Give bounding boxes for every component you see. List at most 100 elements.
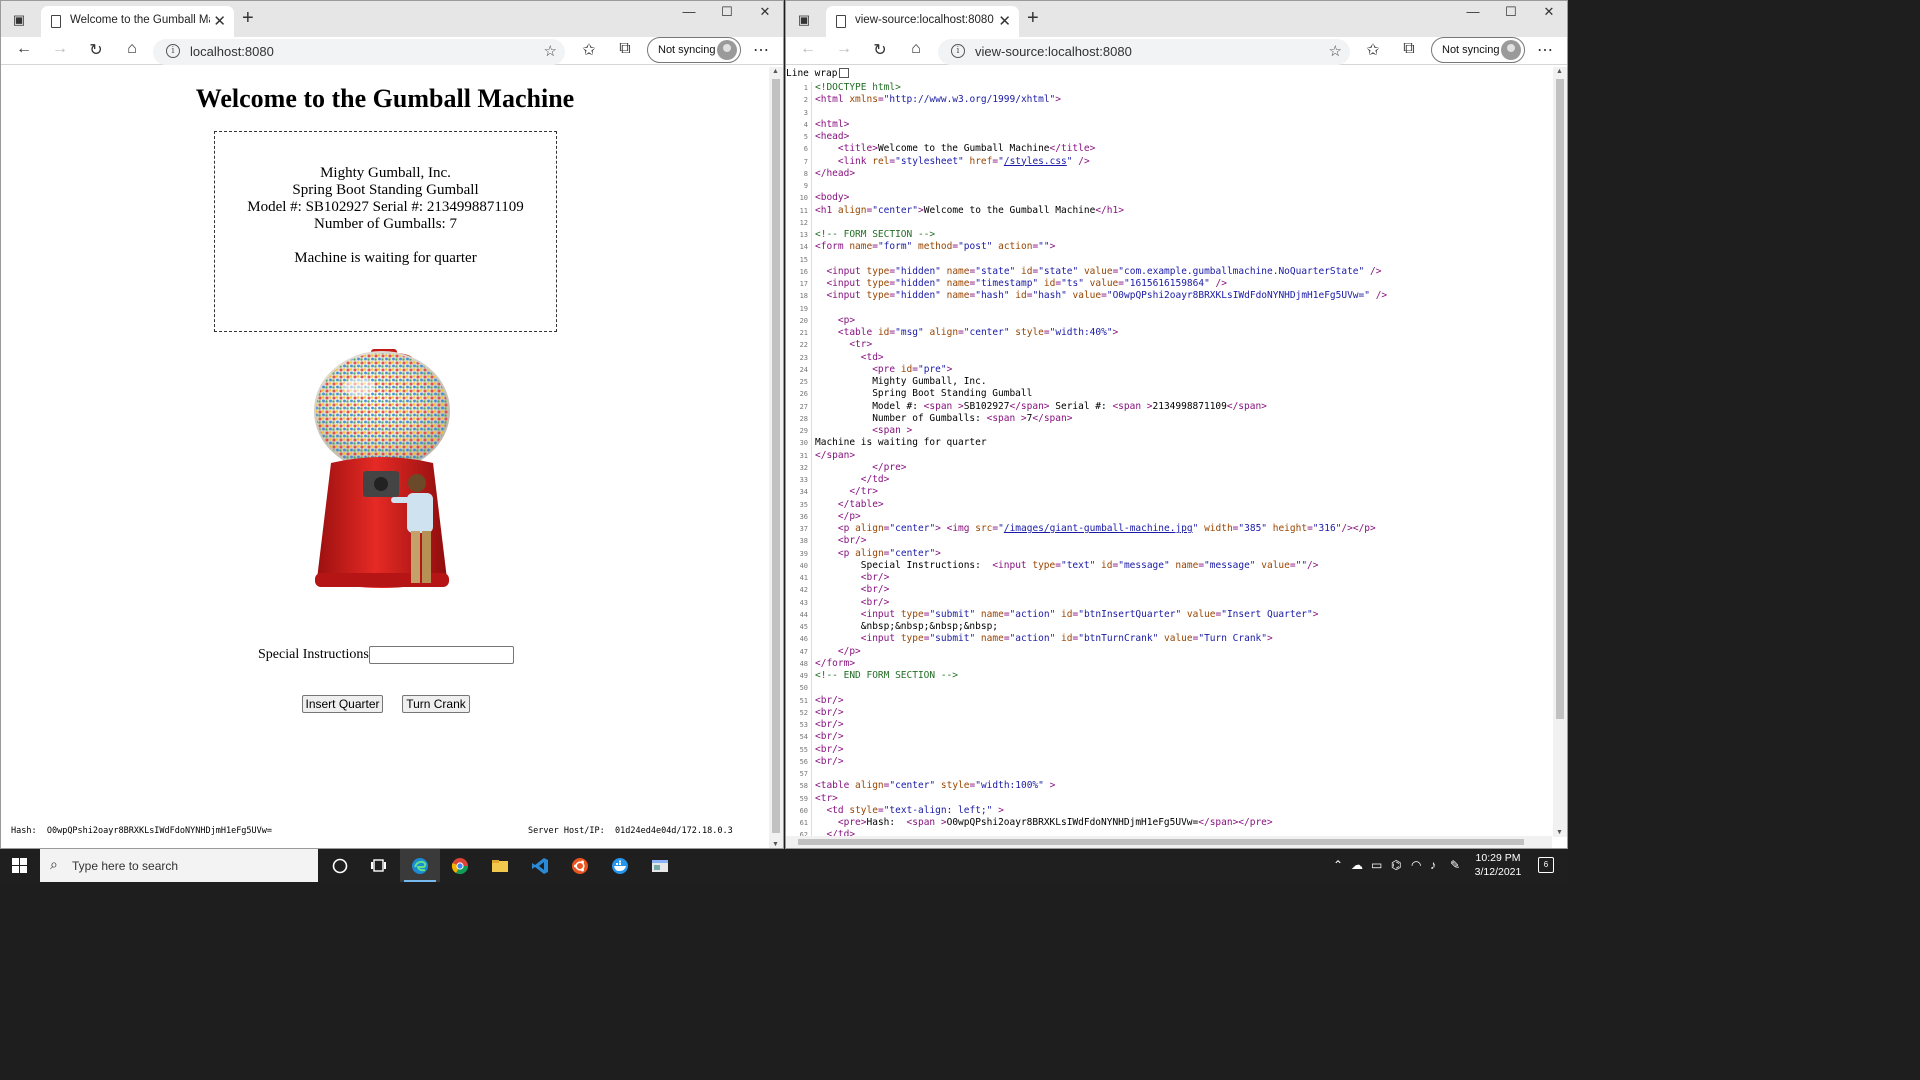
line-number: 28 [799, 414, 808, 423]
home-button[interactable]: ⌂ [906, 40, 926, 58]
scrollbar-thumb[interactable] [1556, 79, 1564, 719]
edge-icon[interactable] [400, 849, 440, 882]
start-button[interactable] [12, 858, 27, 873]
tab-view-source[interactable]: view-source:localhost:8080 ✕ [826, 6, 1019, 37]
add-favorite-icon[interactable]: ☆ [544, 42, 557, 60]
source-scrollbar[interactable]: ▲ ▼ [1553, 67, 1567, 837]
close-tab-icon[interactable]: ✕ [998, 12, 1011, 30]
back-button[interactable]: ← [14, 40, 34, 58]
favorites-icon[interactable]: ✩ [1363, 40, 1383, 60]
favorites-icon[interactable]: ✩ [579, 40, 599, 60]
line-number: 23 [799, 353, 808, 362]
page-icon [51, 15, 61, 28]
maximize-button[interactable]: ☐ [1501, 4, 1521, 20]
instructions-input[interactable] [369, 646, 514, 664]
line-code: <br/> [860, 584, 890, 596]
wifi-icon[interactable]: ◠ [1411, 858, 1421, 872]
home-button[interactable]: ⌂ [122, 40, 142, 58]
profile-sync-button[interactable]: Not syncing [1431, 37, 1525, 63]
scroll-down-icon[interactable]: ▼ [772, 841, 779, 848]
network-icon[interactable]: ⌬ [1391, 858, 1401, 872]
collections-icon[interactable]: ⧉ [615, 40, 635, 58]
line-wrap-checkbox[interactable] [839, 68, 850, 78]
source-line: 20 <p> [786, 315, 1552, 327]
line-code: <pre id="pre"> [872, 363, 953, 375]
new-tab-button[interactable]: + [1027, 7, 1039, 30]
battery-icon[interactable]: ▭ [1371, 858, 1382, 872]
tab-actions-icon[interactable]: ▣ [796, 12, 812, 28]
line-number: 35 [799, 500, 808, 509]
source-line: 27 Model #: <span >SB102927</span> Seria… [786, 401, 1552, 413]
maximize-button[interactable]: ☐ [717, 4, 737, 20]
line-code: <h1 align="center">Welcome to the Gumbal… [815, 204, 1124, 216]
minimize-button[interactable]: — [679, 4, 699, 19]
back-button[interactable]: ← [798, 40, 818, 58]
profile-sync-button[interactable]: Not syncing [647, 37, 741, 63]
refresh-button[interactable]: ↻ [870, 40, 890, 60]
notification-center-icon[interactable]: 6 [1538, 857, 1554, 873]
source-link[interactable]: /images/giant-gumball-machine.jpg [1004, 523, 1193, 534]
line-code: &nbsp;&nbsp;&nbsp;&nbsp; [815, 621, 999, 632]
insert-quarter-button[interactable]: Insert Quarter [302, 695, 383, 713]
site-info-icon[interactable]: i [166, 44, 180, 58]
page-scrollbar[interactable]: ▲ ▼ [769, 67, 783, 848]
task-view-icon[interactable] [359, 849, 399, 882]
ubuntu-icon[interactable] [560, 849, 600, 882]
scroll-up-icon[interactable]: ▲ [772, 68, 779, 75]
close-window-button[interactable]: ✕ [1539, 4, 1559, 20]
source-hscrollbar[interactable] [786, 836, 1552, 848]
source-line: 57 [786, 768, 1552, 780]
page-icon [836, 15, 846, 28]
forward-button[interactable]: → [50, 40, 70, 58]
volume-icon[interactable]: ♪ [1430, 858, 1436, 872]
tab-actions-icon[interactable]: ▣ [11, 12, 27, 28]
address-bar[interactable]: i view-source:localhost:8080 ☆ [938, 39, 1350, 65]
source-link[interactable]: /styles.css [1004, 156, 1067, 167]
new-tab-button[interactable]: + [242, 7, 254, 30]
scroll-down-icon[interactable]: ▼ [1556, 829, 1563, 836]
vscode-icon[interactable] [520, 849, 560, 882]
source-line: 60 <td style="text-align: left;" > [786, 805, 1552, 817]
pen-icon[interactable]: ✎ [1450, 858, 1460, 872]
line-wrap-toggle[interactable]: Line wrap [786, 68, 850, 79]
docker-icon[interactable] [600, 849, 640, 882]
line-number: 55 [799, 745, 808, 754]
tray-chevron-icon[interactable]: ⌃ [1333, 858, 1343, 872]
site-info-icon[interactable]: i [951, 44, 965, 58]
line-code: <input type="submit" name="action" id="b… [860, 608, 1319, 620]
line-code: <tr> [815, 792, 838, 804]
taskbar-search[interactable]: ⌕ Type here to search [40, 849, 318, 882]
avatar-icon [1501, 40, 1521, 60]
chrome-icon[interactable] [440, 849, 480, 882]
collections-icon[interactable]: ⧉ [1399, 40, 1419, 58]
refresh-button[interactable]: ↻ [86, 40, 106, 60]
scroll-up-icon[interactable]: ▲ [1556, 68, 1563, 75]
source-line: 21 <table id="msg" align="center" style=… [786, 327, 1552, 339]
forward-button[interactable]: → [834, 40, 854, 58]
window-app-icon[interactable] [640, 849, 680, 882]
address-bar[interactable]: i localhost:8080 ☆ [153, 39, 565, 65]
more-menu-button[interactable]: ⋯ [751, 40, 771, 60]
minimize-button[interactable]: — [1463, 4, 1483, 19]
source-line: 52 <br/> [786, 707, 1552, 719]
more-menu-button[interactable]: ⋯ [1535, 40, 1555, 60]
line-number: 24 [799, 365, 808, 374]
line-number: 9 [803, 182, 808, 190]
line-number: 53 [799, 721, 808, 729]
source-line: 2 <html xmlns="http://www.w3.org/1999/xht… [786, 94, 1552, 106]
taskbar-clock[interactable]: 10:29 PM 3/12/2021 [1468, 851, 1528, 879]
file-explorer-icon[interactable] [480, 849, 520, 882]
source-line: 14 <form name="form" method="post" action… [786, 241, 1552, 253]
tab-gumball[interactable]: Welcome to the Gumball Machine ✕ [41, 6, 234, 37]
cortana-icon[interactable] [320, 849, 360, 882]
close-tab-icon[interactable]: ✕ [213, 12, 226, 30]
source-viewport: Line wrap 1 <!DOCTYPE html> 2 <html xmlns="… [786, 67, 1567, 848]
hscrollbar-thumb[interactable] [798, 839, 1524, 845]
scrollbar-thumb[interactable] [772, 79, 780, 833]
close-window-button[interactable]: ✕ [755, 4, 775, 20]
onedrive-icon[interactable]: ☁ [1351, 858, 1363, 872]
line-code: </head> [815, 167, 856, 179]
add-favorite-icon[interactable]: ☆ [1329, 42, 1342, 60]
address-url: view-source:localhost:8080 [975, 44, 1132, 59]
turn-crank-button[interactable]: Turn Crank [402, 695, 470, 713]
